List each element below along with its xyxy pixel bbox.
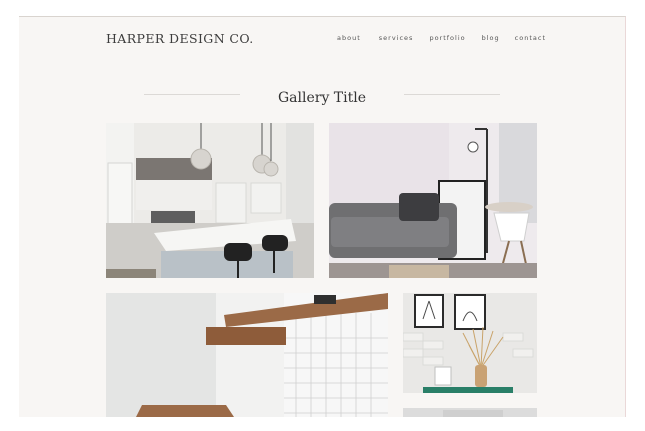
brand-logo[interactable]: HARPER DESIGN CO. (106, 31, 254, 46)
nav-contact[interactable]: contact (515, 34, 546, 42)
main-nav: about services portfolio blog contact (337, 34, 546, 42)
nav-services[interactable]: services (379, 34, 414, 42)
wall-decor-photo[interactable] (403, 293, 537, 393)
nav-blog[interactable]: blog (482, 34, 500, 42)
title-divider-left (144, 94, 240, 95)
shelves-photo[interactable] (106, 293, 388, 417)
partial-photo[interactable] (403, 408, 537, 417)
title-divider-right (404, 94, 500, 95)
living-room-photo[interactable] (329, 123, 537, 278)
gallery-title: Gallery Title (277, 90, 367, 106)
page-canvas: HARPER DESIGN CO. about services portfol… (19, 16, 626, 417)
kitchen-photo[interactable] (106, 123, 314, 278)
nav-portfolio[interactable]: portfolio (429, 34, 465, 42)
nav-about[interactable]: about (337, 34, 361, 42)
